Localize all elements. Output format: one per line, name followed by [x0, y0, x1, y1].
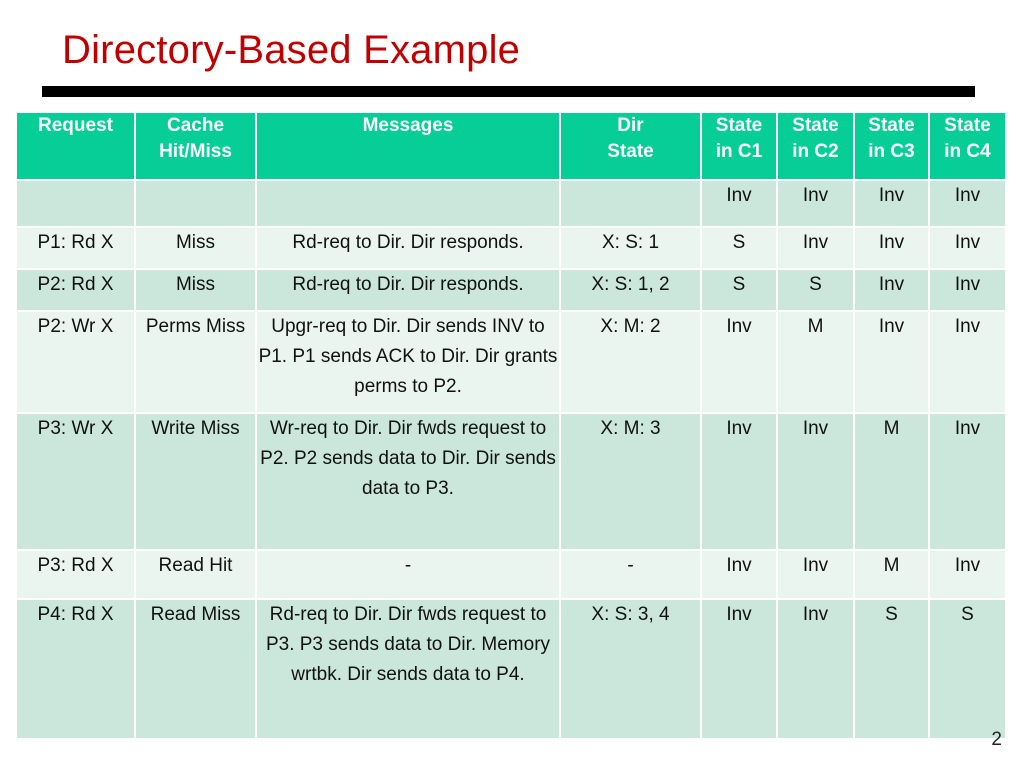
cell-messages: Rd-req to Dir. Dir fwds request to P3. P…	[257, 600, 559, 738]
cell-cache	[136, 181, 255, 226]
cell-state-c3: Inv	[855, 270, 928, 310]
table-body: Inv Inv Inv Inv P1: Rd X Miss Rd-req to …	[17, 181, 1005, 738]
title-underline-bar	[42, 86, 975, 97]
cell-state-c4: Inv	[930, 551, 1005, 598]
column-header-state-in-c1: State in C1	[702, 113, 776, 179]
column-header-c2-line-1: State	[792, 115, 839, 136]
column-header-cache-hit-miss: Cache Hit/Miss	[136, 113, 255, 179]
cell-messages	[257, 181, 559, 226]
cell-state-c1: Inv	[702, 551, 776, 598]
cell-request: P4: Rd X	[17, 600, 134, 738]
slide: Directory-Based Example Request Cache Hi…	[0, 0, 1024, 768]
table-row: P2: Wr X Perms Miss Upgr-req to Dir. Dir…	[17, 312, 1005, 412]
cell-state-c3: Inv	[855, 228, 928, 268]
cell-dir-state: X: S: 3, 4	[561, 600, 700, 738]
column-header-cache-line-2: Hit/Miss	[159, 141, 232, 162]
cell-state-c4: Inv	[930, 181, 1005, 226]
column-header-state-in-c2: State in C2	[778, 113, 853, 179]
column-header-c3-line-2: in C3	[868, 141, 915, 162]
table-row: P3: Wr X Write Miss Wr-req to Dir. Dir f…	[17, 414, 1005, 549]
column-header-state-in-c3: State in C3	[855, 113, 928, 179]
cell-request: P3: Rd X	[17, 551, 134, 598]
cell-messages: Upgr-req to Dir. Dir sends INV to P1. P1…	[257, 312, 559, 412]
cell-dir-state	[561, 181, 700, 226]
cell-state-c2: Inv	[778, 600, 853, 738]
cell-cache: Perms Miss	[136, 312, 255, 412]
cell-messages: -	[257, 551, 559, 598]
column-header-c2-line-2: in C2	[792, 141, 839, 162]
column-header-messages-line-1: Messages	[362, 115, 454, 136]
cell-messages: Wr-req to Dir. Dir fwds request to P2. P…	[257, 414, 559, 549]
cell-state-c4: Inv	[930, 414, 1005, 549]
cell-dir-state: X: M: 3	[561, 414, 700, 549]
table-row: Inv Inv Inv Inv	[17, 181, 1005, 226]
cell-request: P1: Rd X	[17, 228, 134, 268]
cell-dir-state: X: M: 2	[561, 312, 700, 412]
column-header-c4-line-2: in C4	[944, 141, 991, 162]
cell-request: P2: Rd X	[17, 270, 134, 310]
cell-state-c2: Inv	[778, 228, 853, 268]
cell-state-c3: M	[855, 414, 928, 549]
cell-request: P3: Wr X	[17, 414, 134, 549]
column-header-c4-line-1: State	[944, 115, 991, 136]
cell-state-c4: Inv	[930, 270, 1005, 310]
cell-cache: Write Miss	[136, 414, 255, 549]
table-row: P2: Rd X Miss Rd-req to Dir. Dir respond…	[17, 270, 1005, 310]
page-title: Directory-Based Example	[62, 28, 521, 72]
cell-state-c3: S	[855, 600, 928, 738]
cell-cache: Miss	[136, 228, 255, 268]
cell-dir-state: X: S: 1, 2	[561, 270, 700, 310]
cell-messages: Rd-req to Dir. Dir responds.	[257, 228, 559, 268]
cell-dir-state: -	[561, 551, 700, 598]
cell-cache: Read Miss	[136, 600, 255, 738]
cell-dir-state: X: S: 1	[561, 228, 700, 268]
table-row: P3: Rd X Read Hit - - Inv Inv M Inv	[17, 551, 1005, 598]
cell-state-c1: Inv	[702, 181, 776, 226]
column-header-request-line-1: Request	[38, 115, 113, 136]
column-header-state-in-c4: State in C4	[930, 113, 1005, 179]
table-row: P1: Rd X Miss Rd-req to Dir. Dir respond…	[17, 228, 1005, 268]
cell-cache: Read Hit	[136, 551, 255, 598]
cell-state-c2: S	[778, 270, 853, 310]
column-header-c1-line-1: State	[715, 115, 763, 136]
cell-state-c2: M	[778, 312, 853, 412]
column-header-request: Request	[17, 113, 134, 179]
table-row: P4: Rd X Read Miss Rd-req to Dir. Dir fw…	[17, 600, 1005, 738]
cell-state-c3: M	[855, 551, 928, 598]
cell-state-c3: Inv	[855, 312, 928, 412]
cell-state-c3: Inv	[855, 181, 928, 226]
cell-state-c1: S	[702, 228, 776, 268]
cell-state-c1: Inv	[702, 414, 776, 549]
directory-example-table: Request Cache Hit/Miss Messages Dir Stat…	[15, 111, 1007, 740]
cell-state-c1: Inv	[702, 312, 776, 412]
cell-request	[17, 181, 134, 226]
column-header-c3-line-1: State	[868, 115, 915, 136]
column-header-dir-line-1: Dir	[617, 115, 644, 136]
cell-state-c4: S	[930, 600, 1005, 738]
cell-state-c4: Inv	[930, 312, 1005, 412]
directory-example-table-wrapper: Request Cache Hit/Miss Messages Dir Stat…	[17, 113, 1007, 738]
cell-state-c1: Inv	[702, 600, 776, 738]
column-header-dir-state: Dir State	[561, 113, 700, 179]
cell-state-c1: S	[702, 270, 776, 310]
column-header-messages: Messages	[257, 113, 559, 179]
cell-cache: Miss	[136, 270, 255, 310]
column-header-c1-line-2: in C1	[715, 141, 763, 162]
cell-state-c2: Inv	[778, 414, 853, 549]
cell-state-c2: Inv	[778, 181, 853, 226]
cell-state-c4: Inv	[930, 228, 1005, 268]
column-header-dir-line-2: State	[607, 141, 654, 162]
page-number: 2	[991, 729, 1002, 750]
cell-state-c2: Inv	[778, 551, 853, 598]
cell-messages: Rd-req to Dir. Dir responds.	[257, 270, 559, 310]
table-header-row: Request Cache Hit/Miss Messages Dir Stat…	[17, 113, 1005, 179]
table-header: Request Cache Hit/Miss Messages Dir Stat…	[17, 113, 1005, 179]
cell-request: P2: Wr X	[17, 312, 134, 412]
column-header-cache-line-1: Cache	[166, 115, 225, 136]
